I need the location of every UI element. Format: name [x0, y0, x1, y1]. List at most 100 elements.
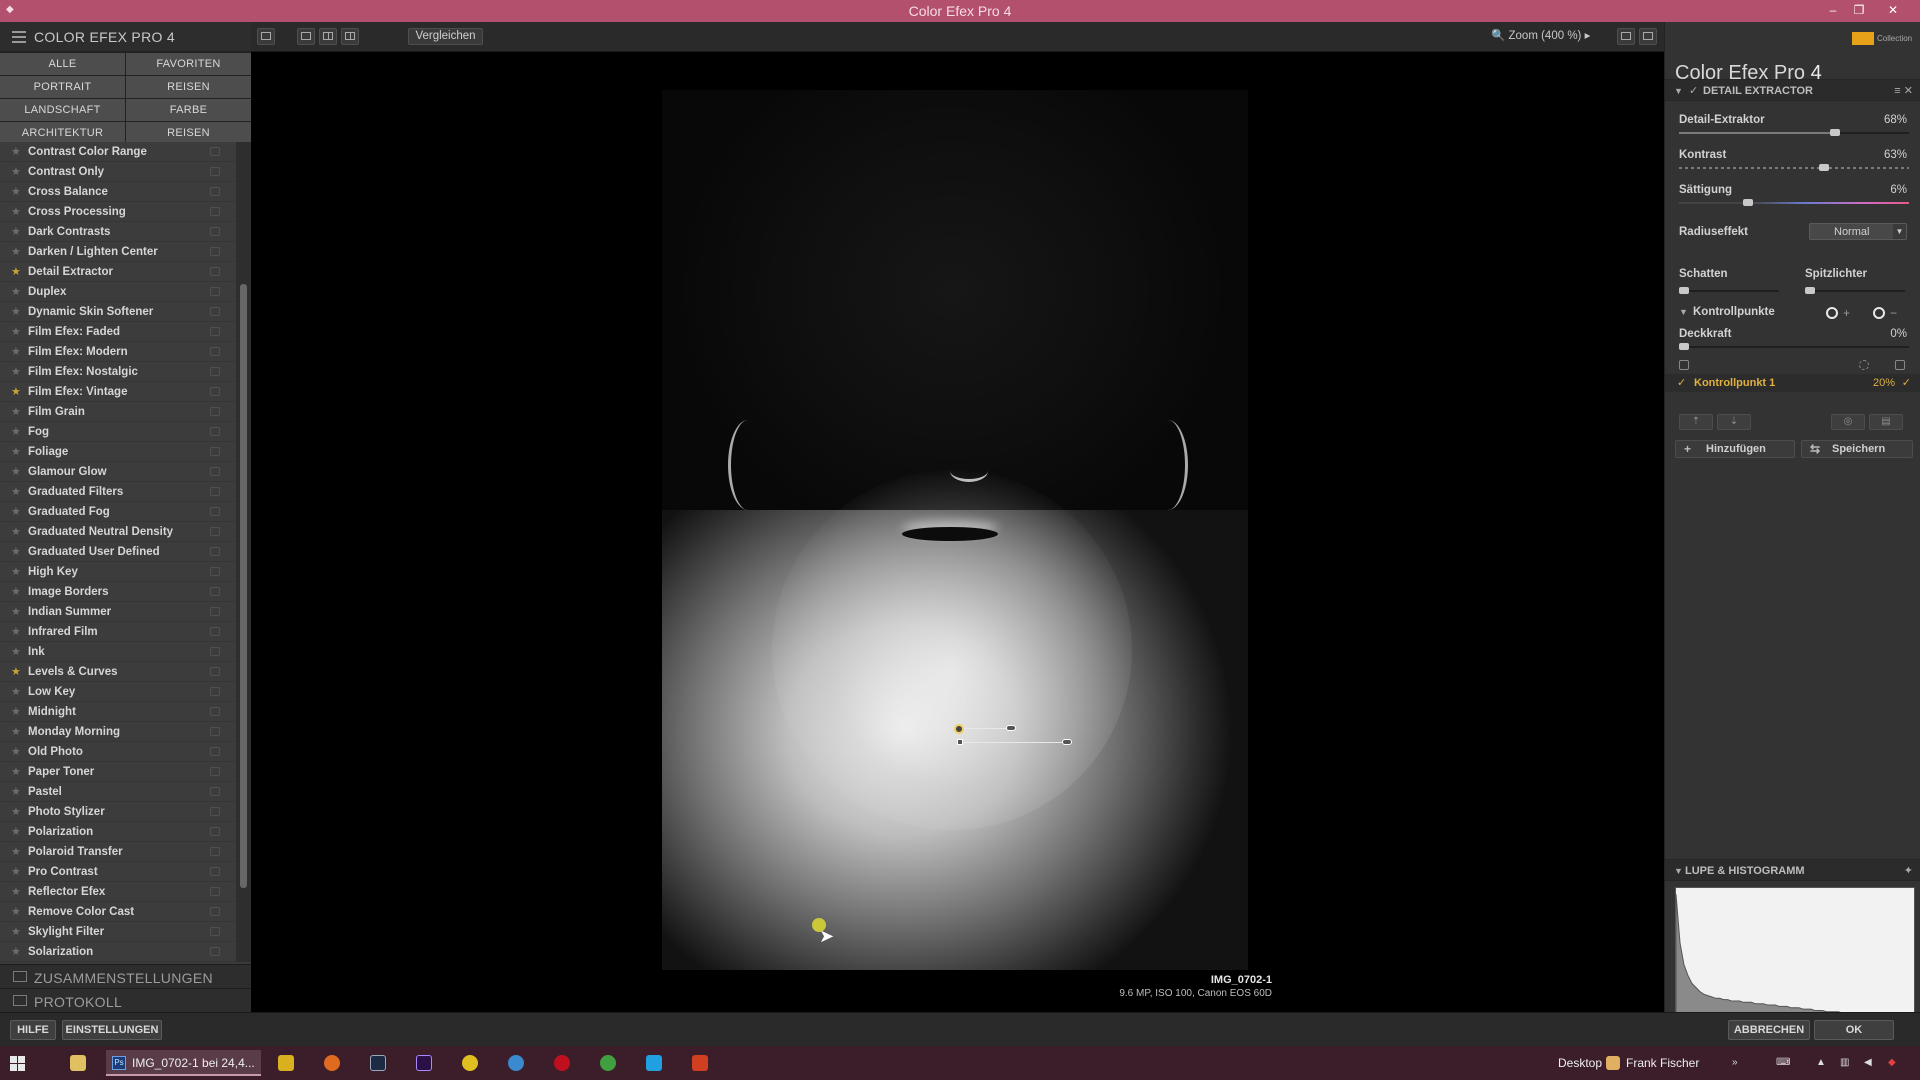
star-icon[interactable]: ★ [11, 945, 21, 958]
filter-item[interactable]: ★ Cross Balance [0, 182, 236, 202]
filter-item[interactable]: ★ Dark Contrasts [0, 222, 236, 242]
filter-item[interactable]: ★ Skylight Filter [0, 922, 236, 942]
filter-item[interactable]: ★ Cross Processing [0, 202, 236, 222]
filter-item[interactable]: ★ Graduated User Defined [0, 542, 236, 562]
preset-icon[interactable] [210, 907, 220, 916]
highlights-knob[interactable] [1805, 287, 1815, 294]
star-icon[interactable]: ★ [11, 145, 21, 158]
star-icon[interactable]: ★ [11, 485, 21, 498]
app-icon-4[interactable] [554, 1055, 570, 1071]
filter-item[interactable]: ★ Ink [0, 642, 236, 662]
star-icon[interactable]: ★ [11, 165, 21, 178]
desktop-label[interactable]: Desktop [1558, 1056, 1602, 1070]
filter-item[interactable]: ★ Duplex [0, 282, 236, 302]
loupe-collapse-icon[interactable]: ▼ [1674, 866, 1683, 876]
filter-section-header[interactable]: ▼ ✓ DETAIL EXTRACTOR ≡ ✕ [1665, 79, 1920, 101]
controlpoint-entry[interactable]: ✓ Kontrollpunkt 1 20% ✓ [1665, 374, 1920, 392]
star-icon[interactable]: ★ [11, 405, 21, 418]
preset-icon[interactable] [210, 407, 220, 416]
minimize-button[interactable]: – [1820, 1, 1846, 19]
network-icon[interactable]: ▥ [1840, 1057, 1852, 1069]
skype-icon[interactable] [646, 1055, 662, 1071]
single-view-button[interactable] [297, 28, 315, 45]
filter-item[interactable]: ★ Film Efex: Nostalgic [0, 362, 236, 382]
compare-button[interactable]: Vergleichen [408, 28, 483, 45]
star-icon[interactable]: ★ [11, 625, 21, 638]
filter-item[interactable]: ★ Fog [0, 422, 236, 442]
star-icon[interactable]: ★ [11, 725, 21, 738]
filter-item[interactable]: ★ Film Grain [0, 402, 236, 422]
star-icon[interactable]: ★ [11, 325, 21, 338]
filter-item[interactable]: ★ Polarization [0, 822, 236, 842]
chevron-icon[interactable]: » [1732, 1057, 1744, 1069]
category-landscape[interactable]: LANDSCHAFT [0, 99, 125, 121]
shadows-knob[interactable] [1679, 287, 1689, 294]
filter-item[interactable]: ★ Old Photo [0, 742, 236, 762]
star-icon[interactable]: ★ [11, 605, 21, 618]
filter-item[interactable]: ★ Solarization [0, 942, 236, 962]
filter-item[interactable]: ★ Film Efex: Faded [0, 322, 236, 342]
preset-icon[interactable] [210, 607, 220, 616]
opacity-knob[interactable] [1679, 343, 1689, 350]
star-icon[interactable]: ★ [11, 425, 21, 438]
filter-item[interactable]: ★ Foliage [0, 442, 236, 462]
saturation-slider[interactable] [1679, 199, 1909, 206]
app-icon-2[interactable] [462, 1055, 478, 1071]
control-point-size-handle[interactable] [1062, 739, 1072, 745]
filter-item[interactable]: ★ Midnight [0, 702, 236, 722]
star-icon[interactable]: ★ [11, 305, 21, 318]
star-icon[interactable]: ★ [11, 585, 21, 598]
filter-item[interactable]: ★ Pastel [0, 782, 236, 802]
star-icon[interactable]: ★ [11, 245, 21, 258]
star-icon[interactable]: ★ [11, 185, 21, 198]
menu-icon[interactable] [12, 31, 26, 43]
add-negative-controlpoint-icon[interactable] [1873, 307, 1885, 319]
filter-item[interactable]: ★ Graduated Fog [0, 502, 236, 522]
filter-item[interactable]: ★ Contrast Color Range [0, 142, 236, 162]
keyboard-icon[interactable]: ⌨ [1776, 1057, 1790, 1069]
star-icon[interactable]: ★ [11, 745, 21, 758]
filter-item[interactable]: ★ Low Key [0, 682, 236, 702]
side-by-side-button[interactable] [341, 28, 359, 45]
star-icon[interactable]: ★ [11, 885, 21, 898]
star-icon[interactable]: ★ [11, 505, 21, 518]
filter-item[interactable]: ★ Reflector Efex [0, 882, 236, 902]
contrast-knob[interactable] [1818, 164, 1829, 171]
preset-icon[interactable] [210, 367, 220, 376]
star-icon[interactable]: ★ [11, 525, 21, 538]
premiere-icon[interactable] [416, 1055, 432, 1071]
preset-icon[interactable] [210, 347, 220, 356]
zoom-control[interactable]: 🔍 Zoom (400 %) ▸ [1491, 28, 1590, 42]
user-label[interactable]: Frank Fischer [1626, 1056, 1699, 1070]
star-icon[interactable]: ★ [11, 445, 21, 458]
ok-button[interactable]: OK [1814, 1020, 1894, 1040]
preset-icon[interactable] [210, 647, 220, 656]
filter-item[interactable]: ★ Polaroid Transfer [0, 842, 236, 862]
filter-item[interactable]: ★ Monday Morning [0, 722, 236, 742]
taskbar-photoshop-app[interactable]: Ps IMG_0702-1 bei 24,4... [106, 1050, 261, 1076]
preset-icon[interactable] [210, 247, 220, 256]
preset-icon[interactable] [210, 387, 220, 396]
preset-icon[interactable] [210, 507, 220, 516]
category-color[interactable]: FARBE [126, 99, 251, 121]
filter-item[interactable]: ★ Graduated Filters [0, 482, 236, 502]
controlpoint-ungroup-button[interactable]: ⇣ [1717, 414, 1751, 430]
preset-icon[interactable] [210, 887, 220, 896]
filter-item[interactable]: ★ Film Efex: Vintage [0, 382, 236, 402]
control-point-small-handle[interactable] [957, 739, 963, 745]
detail-extractor-slider[interactable] [1679, 129, 1909, 136]
star-icon[interactable]: ★ [11, 925, 21, 938]
star-icon[interactable]: ★ [11, 645, 21, 658]
preset-icon[interactable] [210, 687, 220, 696]
preset-icon[interactable] [210, 827, 220, 836]
filter-menu-close-icon[interactable]: ≡ ✕ [1894, 84, 1913, 97]
show-selection-icon[interactable] [1859, 360, 1869, 370]
filter-item[interactable]: ★ Graduated Neutral Density [0, 522, 236, 542]
contrast-slider[interactable] [1679, 164, 1909, 171]
preset-icon[interactable] [210, 727, 220, 736]
filter-enabled-checkbox[interactable]: ✓ [1689, 84, 1698, 97]
preset-icon[interactable] [210, 627, 220, 636]
app-icon-5[interactable] [692, 1055, 708, 1071]
lightroom-icon[interactable] [370, 1055, 386, 1071]
star-icon[interactable]: ★ [11, 285, 21, 298]
